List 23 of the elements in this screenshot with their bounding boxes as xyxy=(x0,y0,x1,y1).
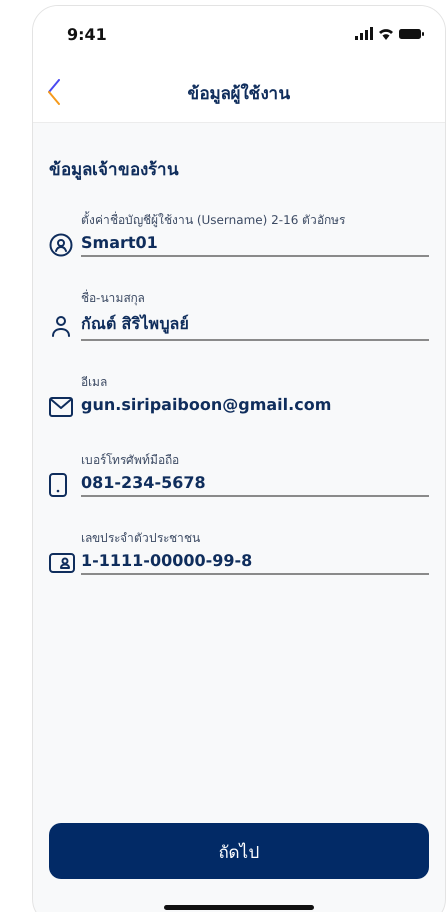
wifi-icon xyxy=(379,29,393,40)
user-circle-icon xyxy=(49,233,73,257)
next-button[interactable]: ถัดไป xyxy=(49,823,429,879)
person-icon xyxy=(49,314,73,338)
field-label: เลขประจำตัวประชาชน xyxy=(81,530,201,547)
input-field[interactable]: 1-1111-00000-99-8 xyxy=(81,551,429,575)
id-card-icon xyxy=(49,553,75,573)
input-field[interactable]: Smart01 xyxy=(81,233,429,257)
input-field[interactable]: gun.siripaiboon@gmail.com xyxy=(81,395,429,419)
field-label: ตั้งค่าชื่อบัญชีผู้ใช้งาน (Username) 2-16 ตัวอักษร xyxy=(81,210,346,229)
status-time: 9:41 xyxy=(67,24,107,44)
field-label: เบอร์โทรศัพท์มือถือ xyxy=(81,452,180,469)
battery-icon xyxy=(399,29,424,39)
input-field[interactable]: 081-234-5678 xyxy=(81,473,429,497)
back-button[interactable] xyxy=(47,79,61,105)
input-field[interactable]: กัณต์ สิริไพบูลย์ xyxy=(81,311,429,341)
phone-icon xyxy=(49,473,67,497)
page-title: ข้อมูลผู้ใช้งาน xyxy=(186,82,292,106)
field-label: อีเมล xyxy=(81,374,108,391)
section-title: ข้อมูลเจ้าของร้าน xyxy=(49,159,180,182)
signal-icon xyxy=(355,27,373,40)
envelope-icon xyxy=(49,397,73,417)
field-label: ชื่อ-นามสกุล xyxy=(81,288,146,307)
